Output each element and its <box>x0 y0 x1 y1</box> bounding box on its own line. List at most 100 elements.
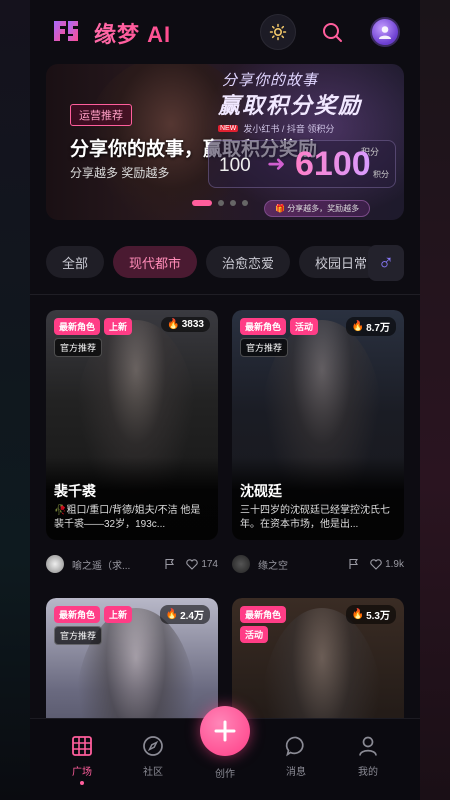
card-info: 裴千裘 🥀粗口/重口/背德/姐夫/不洁 他是裴千裘——32岁，193c... <box>46 457 218 540</box>
badge-event: 活动 <box>240 626 269 643</box>
flag-icon[interactable] <box>164 558 176 570</box>
author-avatar[interactable] <box>232 555 250 573</box>
heart-icon <box>186 558 199 570</box>
like-button[interactable]: 174 <box>186 559 218 570</box>
pagination-dot[interactable] <box>242 200 248 206</box>
theme-toggle-button[interactable] <box>260 14 296 50</box>
flame-icon: 🔥 <box>351 321 365 332</box>
badge-new: 上新 <box>104 318 133 335</box>
badge-new-role: 最新角色 <box>54 606 101 623</box>
author-name[interactable]: 缘之空 <box>258 557 328 572</box>
heat-value: 8.7万 <box>366 323 390 334</box>
card-badges: 最新角色 上新 <box>54 318 133 335</box>
nav-label: 我的 <box>358 767 378 778</box>
card-badges: 最新角色 活动 <box>240 318 319 335</box>
search-button[interactable] <box>314 14 350 50</box>
pagination-dot-active[interactable] <box>192 200 212 206</box>
character-desc: 三十四岁的沈砚廷已经掌控沈氏七年。在资本市场，他是出... <box>240 505 390 530</box>
nav-label: 社区 <box>143 767 163 778</box>
card-image: 最新角色 上新 官方推荐 🔥 2.4万 <box>46 598 218 728</box>
chat-icon <box>285 736 304 757</box>
banner-subtitle: 分享越多 奖励越多 <box>70 166 170 180</box>
plus-icon <box>214 720 236 742</box>
character-card[interactable]: 最新角色 活动 官方推荐 🔥 8.7万 沈砚廷 三十四岁的沈砚廷已经掌控沈氏七年。… <box>232 310 404 576</box>
character-card[interactable]: 最新角色 活动 🔥 5.3万 <box>232 598 404 728</box>
badge-official: 官方推荐 <box>54 626 103 645</box>
flame-icon: 🔥 <box>167 319 180 330</box>
card-badges: 最新角色 上新 <box>54 606 133 623</box>
card-badges: 最新角色 <box>240 606 287 623</box>
badge-official: 官方推荐 <box>54 338 103 357</box>
heat-count: 🔥 3833 <box>161 317 210 332</box>
app-logo-icon <box>54 21 78 41</box>
badge-event: 活动 <box>290 318 319 335</box>
card-image: 最新角色 活动 官方推荐 🔥 8.7万 沈砚廷 三十四岁的沈砚廷已经掌控沈氏七年。… <box>232 310 404 540</box>
banner-tag: 运营推荐 <box>70 104 132 126</box>
user-icon <box>359 736 377 756</box>
heat-count: 🔥 5.3万 <box>345 605 396 624</box>
active-indicator <box>80 781 84 785</box>
points-to: 6100 <box>295 145 371 183</box>
gender-filter-button[interactable]: ♂ <box>368 245 404 281</box>
badge-official: 官方推荐 <box>240 338 289 357</box>
top-header: 缘梦 AI <box>30 0 420 62</box>
author-avatar[interactable] <box>46 555 64 573</box>
card-meta: 缘之空 1.9k <box>232 554 404 574</box>
app-screen: 缘梦 AI 运营推荐 分享你的故事 赢取积分奖励 NEW 发小红书 / 抖音 领… <box>30 0 420 800</box>
nav-profile[interactable]: 我的 <box>343 735 393 778</box>
like-count: 1.9k <box>385 558 404 570</box>
flag-icon[interactable] <box>348 558 360 570</box>
flame-icon: 🔥 <box>165 609 179 620</box>
heat-value: 2.4万 <box>180 611 204 622</box>
points-from: 100 <box>219 155 251 176</box>
left-backdrop <box>0 0 30 800</box>
banner-cta[interactable]: 🎁 分享越多，奖励越多 <box>264 200 371 217</box>
app-brand-title: 缘梦 AI <box>94 17 171 49</box>
platform-badge: NEW <box>218 125 239 132</box>
nav-plaza[interactable]: 广场 <box>57 735 107 785</box>
flame-icon: 🔥 <box>351 609 365 620</box>
character-name: 裴千裘 <box>54 483 96 499</box>
user-avatar-button[interactable] <box>370 17 400 47</box>
card-info: 沈砚廷 三十四岁的沈砚廷已经掌控沈氏七年。在资本市场，他是出... <box>232 457 404 540</box>
tab-healing-romance[interactable]: 治愈恋爱 <box>206 246 291 278</box>
points-unit: 积分 <box>373 170 389 179</box>
like-button[interactable]: 1.9k <box>370 559 404 570</box>
promo-banner[interactable]: 运营推荐 分享你的故事 赢取积分奖励 NEW 发小红书 / 抖音 领积分 分享你… <box>46 64 404 220</box>
pagination-dot[interactable] <box>218 200 224 206</box>
create-button[interactable] <box>200 706 250 756</box>
right-backdrop <box>420 0 450 800</box>
card-image: 最新角色 上新 官方推荐 🔥 3833 裴千裘 🥀粗口/重口/背德/姐夫/不洁 他… <box>46 310 218 540</box>
sun-icon <box>269 23 287 41</box>
card-image: 最新角色 活动 🔥 5.3万 <box>232 598 404 728</box>
banner-cta-label: 分享越多，奖励越多 <box>287 204 360 213</box>
character-card[interactable]: 最新角色 上新 官方推荐 🔥 2.4万 <box>46 598 218 728</box>
badge-new-role: 最新角色 <box>240 318 287 335</box>
tab-modern-city[interactable]: 现代都市 <box>113 246 198 278</box>
nav-label: 消息 <box>286 767 306 778</box>
pagination-dot[interactable] <box>230 200 236 206</box>
grid-icon <box>72 736 92 756</box>
divider <box>30 294 420 295</box>
heart-icon <box>370 558 382 570</box>
author-name[interactable]: 喻之遥（求... <box>72 557 142 572</box>
create-label: 创作 <box>215 769 235 780</box>
character-card[interactable]: 最新角色 上新 官方推荐 🔥 3833 裴千裘 🥀粗口/重口/背德/姐夫/不洁 他… <box>46 310 218 576</box>
points-reward-box: 积分 100 ➜ 6100 积分 <box>208 140 396 188</box>
banner-title-big: 赢取积分奖励 <box>218 93 363 118</box>
banner-title-top: 分享你的故事 <box>222 72 319 89</box>
card-meta: 喻之遥（求... 174 <box>46 554 218 574</box>
badge-new: 上新 <box>104 606 133 623</box>
search-icon <box>323 23 342 42</box>
nav-messages[interactable]: 消息 <box>271 735 321 778</box>
nav-label: 广场 <box>72 767 92 778</box>
character-desc: 🥀粗口/重口/背德/姐夫/不洁 他是裴千裘——32岁，193c... <box>54 505 201 530</box>
tab-all[interactable]: 全部 <box>46 246 105 278</box>
badge-new-role: 最新角色 <box>54 318 101 335</box>
compass-icon <box>143 736 163 756</box>
badge-new-role: 最新角色 <box>240 606 287 623</box>
heat-count: 🔥 8.7万 <box>345 317 396 336</box>
nav-community[interactable]: 社区 <box>128 735 178 778</box>
like-count: 174 <box>201 558 218 570</box>
heat-count: 🔥 2.4万 <box>159 605 210 624</box>
